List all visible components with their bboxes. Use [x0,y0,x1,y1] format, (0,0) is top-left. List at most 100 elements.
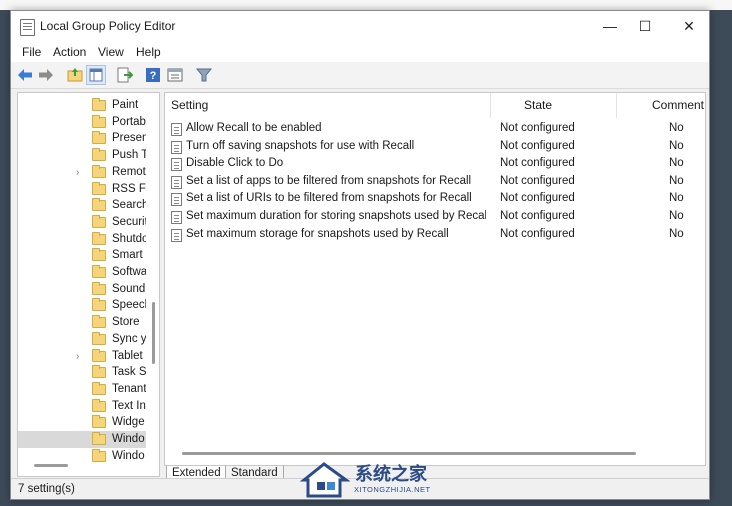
policy-setting-name: Set a list of URIs to be filtered from s… [186,192,472,205]
policy-comment: No [669,174,684,187]
tree-item[interactable]: › Remot [18,164,146,181]
policy-row[interactable]: Set a list of apps to be filtered from s… [165,174,705,191]
tree-item-label: Sync yc [112,332,146,345]
tree-item-label: Sound [112,282,146,295]
navigation-tree: Paint Portab Presen Push T › Remot RSS Fe Searc… [17,92,160,477]
minimize-button[interactable]: — [598,16,622,36]
tree-item[interactable]: Shutdo [18,231,146,248]
folder-icon [92,281,106,295]
policy-setting-name: Set a list of apps to be filtered from s… [186,174,472,187]
filter-icon[interactable] [194,65,214,85]
tree-item[interactable]: Widge [18,414,146,431]
watermark-logo: 系统之家 XITONGZHIJIA.NET [299,458,450,503]
policy-state: Not configured [500,139,575,152]
back-icon[interactable] [15,65,35,85]
tree-item[interactable]: RSS Fe [18,181,146,198]
tree-horizontal-scroll-thumb[interactable] [34,464,68,467]
tree-item[interactable]: Text In [18,398,146,415]
tree-item[interactable]: Portab [18,114,146,131]
policy-comment: No [669,139,684,152]
tree-item-label: Tablet [112,349,143,362]
toolbar: ? [11,62,709,89]
menu-help[interactable]: Help [136,45,161,59]
folder-icon [92,448,106,462]
column-divider[interactable] [616,93,617,118]
svg-text:?: ? [150,70,157,82]
folder-icon [92,181,106,195]
tree-item-label: Paint [112,99,139,111]
tree-item-label: Presen [112,132,146,145]
export-list-icon[interactable] [115,65,135,85]
policy-row[interactable]: Set maximum duration for storing snapsho… [165,209,705,226]
folder-icon [92,148,106,162]
menu-bar: File Action View Help [11,41,709,62]
policy-row[interactable]: Turn off saving snapshots for use with R… [165,139,705,156]
policy-state: Not configured [500,174,575,187]
tree-item[interactable]: Search [18,197,146,214]
folder-icon [92,331,106,345]
tree-item[interactable]: Sync yc [18,331,146,348]
policy-setting-icon [171,140,182,154]
tree-vertical-scrollbar[interactable] [147,93,159,450]
forward-icon[interactable] [36,65,56,85]
tree-item[interactable]: Task Sc [18,364,146,381]
up-folder-icon[interactable] [65,65,85,85]
policy-comment: No [669,227,684,240]
chevron-right-icon[interactable]: › [76,167,86,178]
tree-item[interactable]: Windo [18,448,146,465]
chevron-right-icon[interactable]: › [76,351,86,362]
tree-item-label: Task Sc [112,366,146,379]
tree-item-label: Smart ( [112,249,146,262]
policy-row[interactable]: Disable Click to Do Not configured No [165,156,705,173]
folder-icon [92,231,106,245]
policy-setting-icon [171,123,182,136]
menu-view[interactable]: View [98,45,124,59]
folder-icon [92,265,106,278]
tree-item[interactable]: Windo [18,431,146,448]
column-divider[interactable] [490,93,491,118]
tree-item-label: Store [112,316,140,329]
show-hide-tree-icon[interactable] [86,65,106,85]
policy-setting-icon [171,193,182,207]
tree-item[interactable]: Tenant [18,381,146,398]
properties-icon[interactable] [165,65,185,85]
tree-item[interactable]: Securit [18,214,146,231]
tree-item[interactable]: › Tablet [18,348,146,365]
menu-action[interactable]: Action [53,45,86,59]
policy-row[interactable]: Set a list of URIs to be filtered from s… [165,191,705,208]
tree-item-label: Widge [112,416,145,429]
tree-item[interactable]: Push T [18,147,146,164]
folder-icon [92,432,106,445]
folder-icon [92,164,106,178]
tree-item-label: Windo [112,433,145,445]
tree-item[interactable]: Presen [18,130,146,147]
policy-setting-icon [171,158,182,172]
folder-icon [92,248,106,262]
details-horizontal-scroll-thumb[interactable] [182,452,636,455]
close-button[interactable]: ✕ [677,16,701,36]
policy-state: Not configured [500,192,575,205]
help-icon[interactable]: ? [143,65,163,85]
tree-item-label: Search [112,199,146,212]
policy-setting-name: Disable Click to Do [186,157,284,170]
maximize-button[interactable]: ☐ [633,16,657,36]
policy-row[interactable]: Set maximum storage for snapshots used b… [165,227,705,244]
watermark-name: 系统之家 [355,464,427,485]
folder-icon [92,348,106,362]
tree-item[interactable]: Softwa [18,264,146,281]
column-header-comment[interactable]: Comment [652,93,704,118]
tree-item[interactable]: Speech [18,297,146,314]
column-header-state[interactable]: State [524,93,552,118]
policy-setting-name: Allow Recall to be enabled [186,122,322,134]
tree-vertical-scroll-thumb[interactable] [152,302,155,364]
tree-item-label: Speech [112,299,146,312]
tree-item[interactable]: Paint [18,97,146,114]
column-header-setting[interactable]: Setting [171,93,208,118]
tree-item[interactable]: Sound [18,281,146,298]
title-bar[interactable]: Local Group Policy Editor — ☐ ✕ [11,11,709,41]
menu-file[interactable]: File [22,45,41,59]
policy-row[interactable]: Allow Recall to be enabled Not configured… [165,121,705,138]
tree-item[interactable]: Store [18,314,146,331]
tree-item[interactable]: Smart ( [18,247,146,264]
policy-setting-name: Set maximum duration for storing snapsho… [186,210,486,222]
